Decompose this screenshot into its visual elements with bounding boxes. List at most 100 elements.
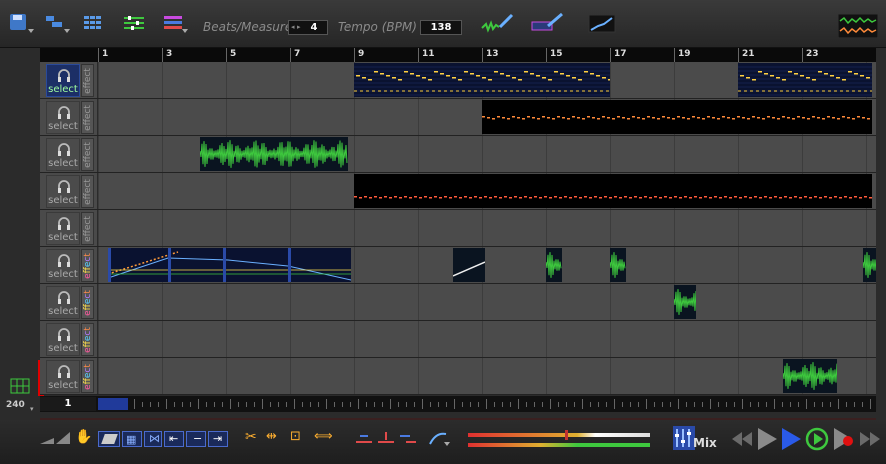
audio-clip[interactable] (782, 359, 838, 393)
velocity-reset-icon[interactable] (398, 430, 418, 446)
midi-clip[interactable] (354, 63, 610, 97)
position-tick (294, 399, 295, 409)
track-lane[interactable] (98, 173, 876, 209)
mixer-icon[interactable] (673, 426, 695, 450)
minus-button[interactable]: − (186, 431, 206, 447)
play-selection-icon[interactable] (780, 428, 802, 450)
scissors-icon[interactable]: ✂ (245, 429, 261, 445)
track-effect-button[interactable]: effect (81, 286, 94, 319)
track-effect-button[interactable]: effect (81, 175, 94, 208)
track-lane[interactable] (98, 284, 876, 320)
pattern-menu-icon[interactable] (162, 12, 188, 34)
track-lane[interactable] (98, 210, 876, 246)
position-tick (694, 402, 695, 407)
position-bar[interactable]: 1 (40, 396, 876, 412)
track-select-button[interactable]: select (46, 101, 80, 134)
midi-clip[interactable] (482, 100, 873, 134)
midi-clip[interactable] (354, 174, 873, 208)
clip-content (610, 252, 626, 278)
track-lane[interactable] (98, 62, 876, 98)
track-lane[interactable] (98, 247, 876, 283)
track-layout-icon[interactable] (44, 12, 70, 34)
midi-clip[interactable] (738, 63, 873, 97)
track-effect-button[interactable]: effect (81, 360, 94, 393)
align-left-button[interactable]: ⇤ (164, 431, 184, 447)
audio-clip[interactable] (200, 137, 348, 171)
draw-midi-pen-icon[interactable] (530, 12, 564, 34)
beats-per-measure-stepper[interactable]: ◂ ▸ 4 (288, 20, 328, 35)
position-tick (158, 402, 159, 407)
mixer-bars-icon[interactable] (122, 12, 148, 34)
fade-curve-icon[interactable] (428, 430, 452, 446)
fast-forward-icon[interactable] (860, 432, 880, 446)
stretch-clip-icon[interactable]: ⟺ (314, 429, 333, 445)
track-effect-button[interactable]: effect (81, 101, 94, 134)
split-button[interactable]: ⋈ (144, 431, 162, 447)
mix-label[interactable]: Mix (693, 436, 717, 450)
meter-cursor[interactable] (565, 430, 568, 440)
track-select-button[interactable]: select (46, 138, 80, 171)
snap-grid-button[interactable]: ▦ (122, 431, 142, 447)
tempo-field[interactable]: 138 (420, 20, 462, 35)
volume-high-icon[interactable] (56, 432, 70, 444)
eraser-tool-button[interactable] (98, 431, 120, 447)
draw-wave-pen-icon[interactable] (480, 12, 514, 34)
save-file-icon[interactable] (8, 12, 34, 34)
position-tick (686, 402, 687, 407)
left-gutter (0, 48, 44, 420)
automation-clip[interactable] (107, 248, 351, 282)
track-select-button[interactable]: select (46, 249, 80, 282)
track-effect-button[interactable]: effect (81, 138, 94, 171)
track-select-button[interactable]: select (46, 360, 80, 393)
split-icon: ⋈ (149, 432, 160, 445)
track-lane[interactable] (98, 99, 876, 135)
play-icon[interactable] (756, 428, 778, 450)
grid-line (482, 210, 483, 246)
track-lane[interactable] (98, 321, 876, 357)
grid-line (418, 247, 419, 283)
measure-ruler[interactable]: 1 3 5 7 9 11 13 15 17 19 21 23 (40, 48, 876, 62)
track-effect-label: effect (83, 253, 93, 279)
draw-automation-icon[interactable] (588, 12, 618, 34)
automation-clip[interactable] (453, 248, 486, 282)
mixer-view-icon[interactable] (838, 14, 878, 38)
audio-clip[interactable] (610, 248, 626, 282)
zoom-value[interactable]: 240 (6, 400, 25, 410)
resize-clip-icon[interactable]: ⊡ (290, 429, 306, 445)
position-tick (710, 399, 711, 409)
rewind-icon[interactable] (732, 432, 752, 446)
track-select-button[interactable]: select (46, 64, 80, 97)
grid-toggle-icon[interactable] (10, 378, 30, 394)
track-effect-button[interactable]: effect (81, 212, 94, 245)
track-lane[interactable] (98, 358, 876, 394)
move-split-icon[interactable]: ⇹ (266, 429, 282, 445)
position-tick (462, 402, 463, 407)
loop-play-icon[interactable] (805, 427, 829, 451)
beats-per-measure-value: 4 (310, 22, 318, 33)
grid-view-icon[interactable] (82, 12, 108, 34)
track-effect-label: effect (83, 290, 93, 316)
velocity-down-icon[interactable] (354, 430, 374, 446)
track-effect-button[interactable]: effect (81, 249, 94, 282)
hand-tool-icon[interactable]: ✋ (75, 429, 92, 445)
audio-clip[interactable] (546, 248, 562, 282)
audio-clip[interactable] (674, 285, 697, 319)
track-effect-button[interactable]: effect (81, 64, 94, 97)
volume-low-icon[interactable] (40, 434, 54, 444)
grid-line (418, 136, 419, 172)
track-lane[interactable] (98, 136, 876, 172)
velocity-up-icon[interactable] (376, 430, 396, 446)
record-play-icon[interactable] (832, 428, 856, 450)
ruler-tick (98, 48, 99, 62)
track-row: select effect (40, 358, 876, 395)
track-effect-button[interactable]: effect (81, 323, 94, 356)
arrangement-grid[interactable]: 1 3 5 7 9 11 13 15 17 19 21 23 select effect select ef… (40, 48, 876, 396)
track-select-button[interactable]: select (46, 286, 80, 319)
track-select-button[interactable]: select (46, 175, 80, 208)
align-right-button[interactable]: ⇥ (208, 431, 228, 447)
track-select-button[interactable]: select (46, 212, 80, 245)
audio-clip[interactable] (862, 248, 876, 282)
track-select-label: select (48, 84, 78, 95)
track-select-button[interactable]: select (46, 323, 80, 356)
zoom-dropdown-icon[interactable]: ▾ (30, 405, 34, 413)
